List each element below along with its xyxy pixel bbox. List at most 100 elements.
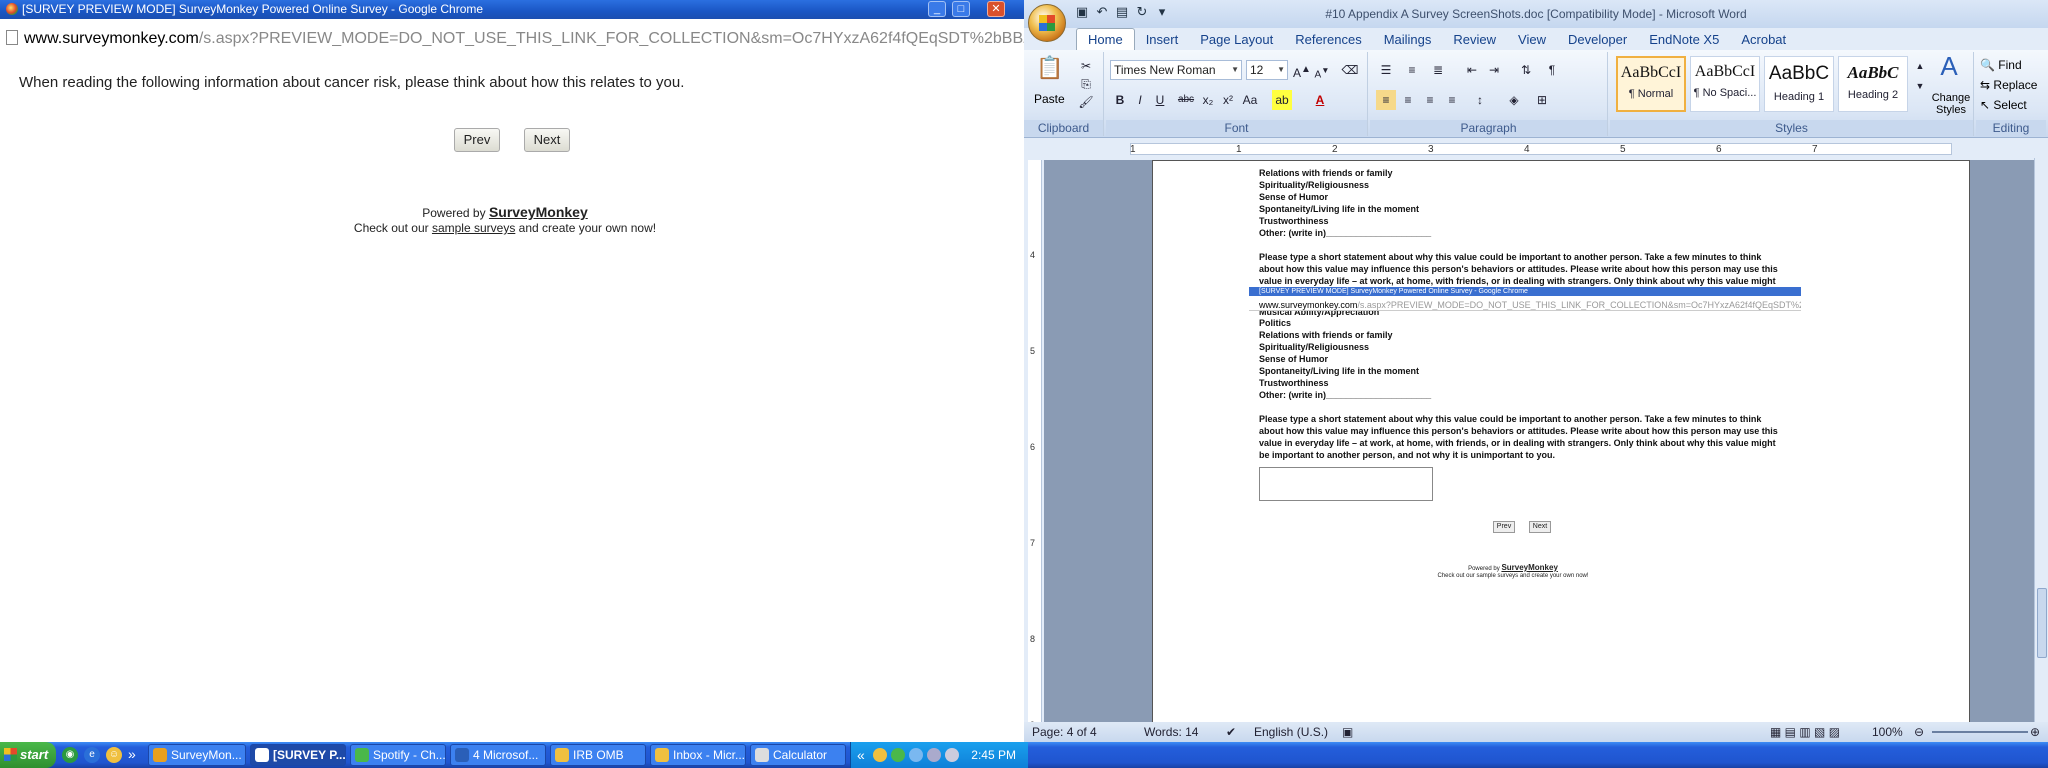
paste-icon[interactable]: 📋 <box>1036 57 1063 88</box>
shrink-font-icon[interactable]: A▼ <box>1312 60 1332 80</box>
align-center-icon[interactable]: ≡ <box>1398 90 1418 110</box>
address-bar[interactable]: www.surveymonkey.com/s.aspx?PREVIEW_MODE… <box>0 26 1024 52</box>
scrollbar-thumb[interactable] <box>2037 588 2047 658</box>
strikethrough-icon[interactable]: abc <box>1176 90 1196 110</box>
save-icon[interactable]: ▣ <box>1072 4 1092 20</box>
subscript-icon[interactable]: x₂ <box>1198 90 1218 110</box>
italic-icon[interactable]: I <box>1130 90 1150 110</box>
task-irb-omb[interactable]: IRB OMB <box>550 744 646 766</box>
zoom-level[interactable]: 100% <box>1872 722 1903 742</box>
font-color-icon[interactable]: A <box>1310 90 1330 110</box>
style-heading-2[interactable]: AaBbC Heading 2 <box>1838 56 1908 112</box>
chrome-title-bar[interactable]: [SURVEY PREVIEW MODE] SurveyMonkey Power… <box>0 0 1024 19</box>
next-button[interactable]: Next <box>524 128 570 152</box>
bullets-icon[interactable]: ☰ <box>1376 60 1396 80</box>
style-normal[interactable]: AaBbCcI ¶ Normal <box>1616 56 1686 112</box>
grow-font-icon[interactable]: A▲ <box>1292 60 1312 80</box>
tab-review[interactable]: Review <box>1442 29 1507 51</box>
sort-icon[interactable]: ⇅ <box>1516 60 1536 80</box>
sample-surveys-link[interactable]: sample surveys <box>432 221 515 235</box>
task-surveymonkey[interactable]: SurveyMon... <box>148 744 246 766</box>
find-button[interactable]: 🔍 Find <box>1980 58 2022 72</box>
decrease-indent-icon[interactable]: ⇤ <box>1462 60 1482 80</box>
document-page[interactable]: Relations with friends or family Spiritu… <box>1152 160 1970 742</box>
task-survey-preview[interactable]: [SURVEY P... <box>250 744 346 766</box>
language[interactable]: English (U.S.) <box>1254 722 1328 742</box>
tab-insert[interactable]: Insert <box>1135 29 1190 51</box>
format-painter-icon[interactable]: 🖌 <box>1076 92 1096 112</box>
justify-icon[interactable]: ≡ <box>1442 90 1462 110</box>
font-size-combo[interactable]: 12 ▼ <box>1246 60 1288 80</box>
ie-launch-icon[interactable]: e <box>84 747 100 763</box>
close-button[interactable]: ✕ <box>987 1 1005 17</box>
tab-developer[interactable]: Developer <box>1557 29 1638 51</box>
select-button[interactable]: ↖ Select <box>1980 98 2027 112</box>
tab-view[interactable]: View <box>1507 29 1557 51</box>
security-tray-icon[interactable] <box>945 748 959 762</box>
quicklaunch-overflow-icon[interactable]: » <box>128 746 136 762</box>
tab-home[interactable]: Home <box>1076 28 1135 50</box>
network-tray-icon[interactable] <box>909 748 923 762</box>
zoom-in-icon[interactable]: ⊕ <box>2030 722 2040 742</box>
chrome-launch-icon[interactable]: ◉ <box>62 747 78 763</box>
redo-icon[interactable]: ↻ <box>1132 4 1152 20</box>
undo-icon[interactable]: ↶ <box>1092 4 1112 20</box>
change-case-icon[interactable]: Aa <box>1240 90 1260 110</box>
word-title-bar[interactable]: #10 Appendix A Survey ScreenShots.doc [C… <box>1024 0 2048 28</box>
vertical-ruler[interactable]: 4 5 6 7 8 9 <box>1028 160 1042 740</box>
highlight-icon[interactable]: ab <box>1272 90 1292 110</box>
surveymonkey-link[interactable]: SurveyMonkey <box>489 204 588 220</box>
proofing-icon[interactable]: ✔ <box>1226 722 1236 742</box>
task-spotify[interactable]: Spotify - Ch... <box>350 744 446 766</box>
spotify-tray-icon[interactable] <box>891 748 905 762</box>
style-no-spacing[interactable]: AaBbCcI ¶ No Spaci... <box>1690 56 1760 112</box>
replace-button[interactable]: ⇆ Replace <box>1980 78 2037 92</box>
superscript-icon[interactable]: x² <box>1218 90 1238 110</box>
messenger-launch-icon[interactable]: ☺ <box>106 747 122 763</box>
zoom-slider[interactable] <box>1932 731 2028 733</box>
underline-icon[interactable]: U <box>1150 90 1170 110</box>
tab-endnote[interactable]: EndNote X5 <box>1638 29 1730 51</box>
macro-icon[interactable]: ▣ <box>1342 722 1353 742</box>
increase-indent-icon[interactable]: ⇥ <box>1484 60 1504 80</box>
tab-page-layout[interactable]: Page Layout <box>1189 29 1284 51</box>
tray-expand-icon[interactable]: « <box>857 742 865 768</box>
task-calculator[interactable]: Calculator <box>750 744 846 766</box>
prev-button[interactable]: Prev <box>454 128 500 152</box>
style-heading-1[interactable]: AaBbC Heading 1 <box>1764 56 1834 112</box>
change-styles-icon[interactable]: A <box>1936 53 1962 82</box>
zoom-out-icon[interactable]: ⊖ <box>1914 722 1924 742</box>
customize-qat-icon[interactable]: ▾ <box>1152 4 1172 20</box>
messenger-tray-icon[interactable] <box>873 748 887 762</box>
borders-icon[interactable]: ⊞ <box>1532 90 1552 110</box>
font-name-combo[interactable]: Times New Roman ▼ <box>1110 60 1242 80</box>
shading-icon[interactable]: ◈ <box>1504 90 1524 110</box>
page-count[interactable]: Page: 4 of 4 <box>1032 722 1097 742</box>
open-icon[interactable]: ▤ <box>1112 4 1132 20</box>
align-right-icon[interactable]: ≡ <box>1420 90 1440 110</box>
start-button[interactable]: start <box>0 742 56 768</box>
show-formatting-icon[interactable]: ¶ <box>1542 60 1562 80</box>
tab-mailings[interactable]: Mailings <box>1373 29 1443 51</box>
line-spacing-icon[interactable]: ↕ <box>1470 90 1490 110</box>
task-microsoft-word[interactable]: 4 Microsof... <box>450 744 546 766</box>
answer-textbox[interactable] <box>1259 467 1433 501</box>
horizontal-ruler[interactable]: 1 1 2 3 4 5 6 7 <box>1024 140 2048 158</box>
vertical-scrollbar[interactable] <box>2034 158 2048 742</box>
paste-label[interactable]: Paste <box>1034 92 1065 106</box>
multilevel-list-icon[interactable]: ≣ <box>1428 60 1448 80</box>
word-count[interactable]: Words: 14 <box>1144 722 1198 742</box>
task-inbox[interactable]: Inbox - Micr... <box>650 744 746 766</box>
align-left-icon[interactable]: ≡ <box>1376 90 1396 110</box>
volume-tray-icon[interactable] <box>927 748 941 762</box>
change-styles-label[interactable]: Change Styles <box>1930 92 1972 116</box>
tab-acrobat[interactable]: Acrobat <box>1730 29 1797 51</box>
maximize-button[interactable]: □ <box>952 1 970 17</box>
tab-references[interactable]: References <box>1284 29 1372 51</box>
office-button[interactable] <box>1028 4 1066 42</box>
numbering-icon[interactable]: ≡ <box>1402 60 1422 80</box>
cut-icon[interactable]: ✂ <box>1076 56 1096 76</box>
bold-icon[interactable]: B <box>1110 90 1130 110</box>
clear-formatting-icon[interactable]: ⌫ <box>1340 60 1360 80</box>
minimize-button[interactable]: _ <box>928 1 946 17</box>
